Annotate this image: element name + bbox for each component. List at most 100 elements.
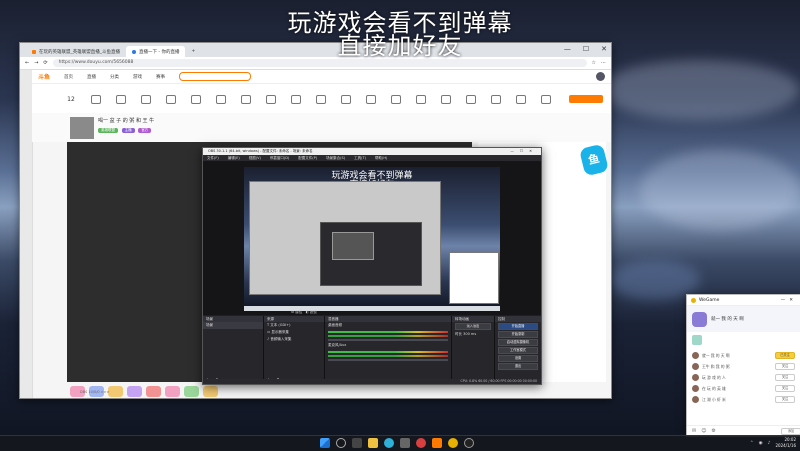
clock[interactable]: 20:02 2024/1/16 bbox=[775, 437, 796, 449]
obs-preview[interactable]: 玩游戏会看不到弹幕 直接加好友 ⚙ 属性 ◐ 滤镜 bbox=[203, 161, 541, 315]
close-button[interactable]: ✕ bbox=[789, 298, 797, 303]
follow-button[interactable]: 已关注 bbox=[775, 352, 795, 359]
volume-slider[interactable] bbox=[328, 359, 448, 361]
filter-icon[interactable]: ◐ bbox=[306, 310, 309, 314]
nav-item[interactable] bbox=[537, 84, 555, 114]
nav-item[interactable] bbox=[262, 84, 280, 114]
search-input[interactable] bbox=[179, 72, 252, 81]
minimize-button[interactable]: — bbox=[781, 298, 790, 303]
volume-icon[interactable]: ♪ bbox=[768, 441, 771, 446]
follow-button[interactable]: 关注 bbox=[775, 374, 795, 381]
filters-button[interactable]: 滤镜 bbox=[310, 310, 317, 314]
nav-item[interactable] bbox=[162, 84, 180, 114]
follow-button[interactable]: 关注 bbox=[775, 385, 795, 392]
nav-item[interactable] bbox=[87, 84, 105, 114]
transition-select[interactable]: 淡入淡出 bbox=[455, 323, 491, 330]
add-friend-button[interactable]: 添加 bbox=[781, 427, 800, 435]
nav-item[interactable] bbox=[437, 84, 455, 114]
gear-icon[interactable]: ⚙ bbox=[711, 428, 715, 434]
user-avatar[interactable] bbox=[596, 72, 605, 81]
settings-button[interactable]: 设置 bbox=[498, 355, 538, 362]
maximize-button[interactable]: ☐ bbox=[520, 149, 529, 153]
start-streaming-button[interactable]: 开始直播 bbox=[498, 323, 538, 330]
task-view-icon[interactable] bbox=[352, 438, 362, 448]
minimize-button[interactable]: — bbox=[510, 149, 520, 153]
app-icon[interactable] bbox=[416, 438, 426, 448]
badge-row bbox=[687, 332, 800, 350]
friend-row[interactable]: 江 湖 小 虾 米 关注 bbox=[687, 394, 800, 405]
friend-row[interactable]: 在 玩 的 英 雄 关注 bbox=[687, 383, 800, 394]
start-live-button[interactable] bbox=[569, 95, 603, 103]
gift-item[interactable] bbox=[203, 385, 218, 397]
search-icon[interactable] bbox=[336, 438, 346, 448]
gift-item[interactable] bbox=[165, 385, 180, 397]
nav-item[interactable] bbox=[137, 84, 155, 114]
friend-row[interactable]: 就一 我 的 天 啊 已关注 bbox=[687, 350, 800, 361]
gift-item[interactable] bbox=[108, 385, 123, 397]
nav-item[interactable] bbox=[337, 84, 355, 114]
nav-item[interactable] bbox=[362, 84, 380, 114]
nav-item[interactable] bbox=[512, 84, 530, 114]
nav-item[interactable] bbox=[187, 84, 205, 114]
network-icon[interactable]: ◉ bbox=[759, 441, 763, 446]
douyu-logo[interactable]: 斗鱼 bbox=[38, 72, 50, 81]
nav-item[interactable] bbox=[212, 84, 230, 114]
profile-avatar[interactable] bbox=[692, 311, 707, 327]
follow-button[interactable]: 关注 bbox=[775, 363, 795, 370]
scene-item[interactable]: 场景 bbox=[203, 322, 263, 329]
category-icon bbox=[241, 94, 251, 104]
gift-item[interactable] bbox=[184, 385, 199, 397]
clock-date: 2024/1/16 bbox=[775, 443, 796, 448]
wegame-app-icon[interactable] bbox=[448, 438, 458, 448]
nav-live[interactable]: 直播 bbox=[87, 74, 96, 80]
properties-button[interactable]: 属性 bbox=[295, 310, 302, 314]
follow-button[interactable]: 关注 bbox=[775, 396, 795, 403]
room-tag[interactable]: 官方 bbox=[138, 128, 152, 133]
start-icon[interactable] bbox=[320, 438, 330, 448]
nav-home[interactable]: 首页 bbox=[64, 74, 73, 80]
people-icon[interactable]: ☺ bbox=[701, 428, 706, 434]
source-item[interactable]: ▭ 显示器采集 bbox=[264, 329, 324, 336]
profile-card[interactable]: 就一 我 的 天 啊 bbox=[687, 306, 800, 332]
start-recording-button[interactable]: 开始录制 bbox=[498, 331, 538, 338]
nav-item[interactable] bbox=[112, 84, 130, 114]
nav-item[interactable] bbox=[487, 84, 505, 114]
streamer-avatar[interactable] bbox=[70, 117, 94, 139]
nested-wegame-capture bbox=[449, 252, 499, 304]
room-tag[interactable]: 英雄联盟 bbox=[98, 128, 118, 133]
exit-button[interactable]: 退出 bbox=[498, 363, 538, 370]
nav-item[interactable] bbox=[412, 84, 430, 114]
file-explorer-icon[interactable] bbox=[368, 438, 378, 448]
chat-icon[interactable]: ✉ bbox=[692, 428, 696, 434]
category-icon bbox=[541, 94, 551, 104]
nav-esports[interactable]: 赛事 bbox=[156, 74, 165, 80]
gear-icon[interactable]: ⚙ bbox=[291, 310, 294, 314]
douyu-app-icon[interactable] bbox=[432, 438, 442, 448]
nav-count: 12 bbox=[67, 95, 75, 103]
gift-item[interactable] bbox=[127, 385, 142, 397]
duration-input[interactable]: 300 ms bbox=[463, 332, 476, 336]
studio-mode-button[interactable]: 工作室模式 bbox=[498, 347, 538, 354]
gift-item[interactable] bbox=[146, 385, 161, 397]
nav-item[interactable] bbox=[237, 84, 255, 114]
nav-item[interactable]: 12 bbox=[62, 84, 80, 114]
volume-slider[interactable] bbox=[328, 339, 448, 341]
nav-item[interactable] bbox=[287, 84, 305, 114]
chevron-up-icon[interactable]: ⌃ bbox=[750, 441, 754, 446]
source-item[interactable]: ♪ 音频输入采集 bbox=[264, 336, 324, 343]
friend-row[interactable]: 王牛 和 我 的 粥 关注 bbox=[687, 361, 800, 372]
category-icon bbox=[141, 94, 151, 104]
source-item[interactable]: T 文本 (GDI+) bbox=[264, 322, 324, 329]
store-icon[interactable] bbox=[400, 438, 410, 448]
nav-item[interactable] bbox=[462, 84, 480, 114]
room-tag[interactable]: 主播 bbox=[121, 128, 135, 133]
nav-category[interactable]: 分类 bbox=[110, 74, 119, 80]
edge-icon[interactable] bbox=[384, 438, 394, 448]
virtual-camera-button[interactable]: 启动虚拟摄像机 bbox=[498, 339, 538, 346]
nav-games[interactable]: 游戏 bbox=[133, 74, 142, 80]
nav-item[interactable] bbox=[312, 84, 330, 114]
nav-item[interactable] bbox=[387, 84, 405, 114]
obs-app-icon[interactable] bbox=[464, 438, 474, 448]
close-button[interactable]: ✕ bbox=[529, 149, 538, 153]
friend-row[interactable]: 玩 游 戏 的 人 关注 bbox=[687, 372, 800, 383]
